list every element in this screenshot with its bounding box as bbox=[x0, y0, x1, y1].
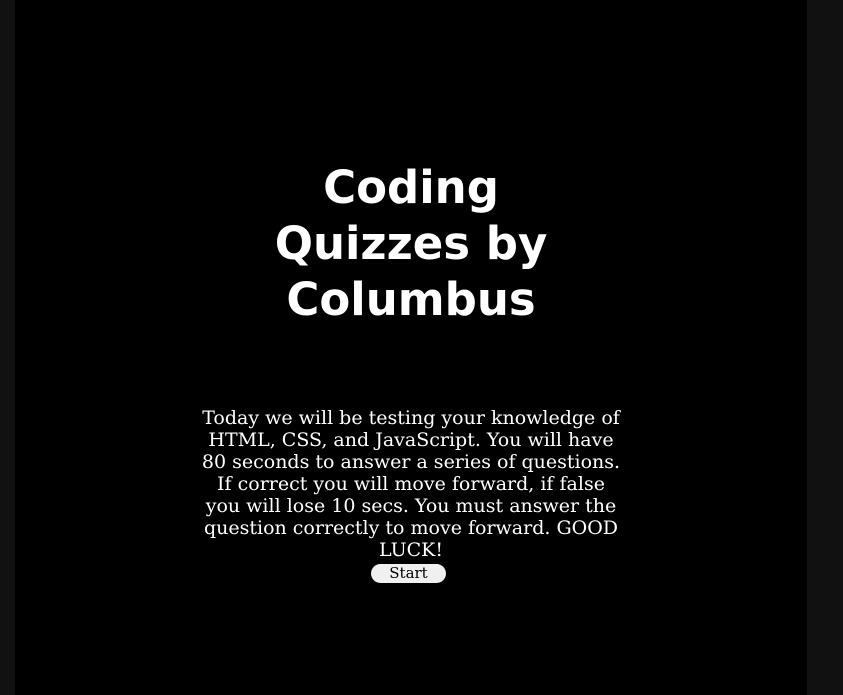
start-button[interactable]: Start bbox=[371, 564, 446, 583]
quiz-start-panel: Coding Quizzes by Columbus Today we will… bbox=[15, 0, 807, 695]
page: Coding Quizzes by Columbus Today we will… bbox=[0, 0, 843, 695]
title-line: Quizzes by bbox=[274, 217, 548, 270]
title-line: Columbus bbox=[286, 273, 536, 326]
title-line: Coding bbox=[323, 161, 499, 214]
page-title: Coding Quizzes by Columbus bbox=[15, 160, 807, 328]
quiz-instructions: Today we will be testing your knowledge … bbox=[201, 407, 621, 561]
